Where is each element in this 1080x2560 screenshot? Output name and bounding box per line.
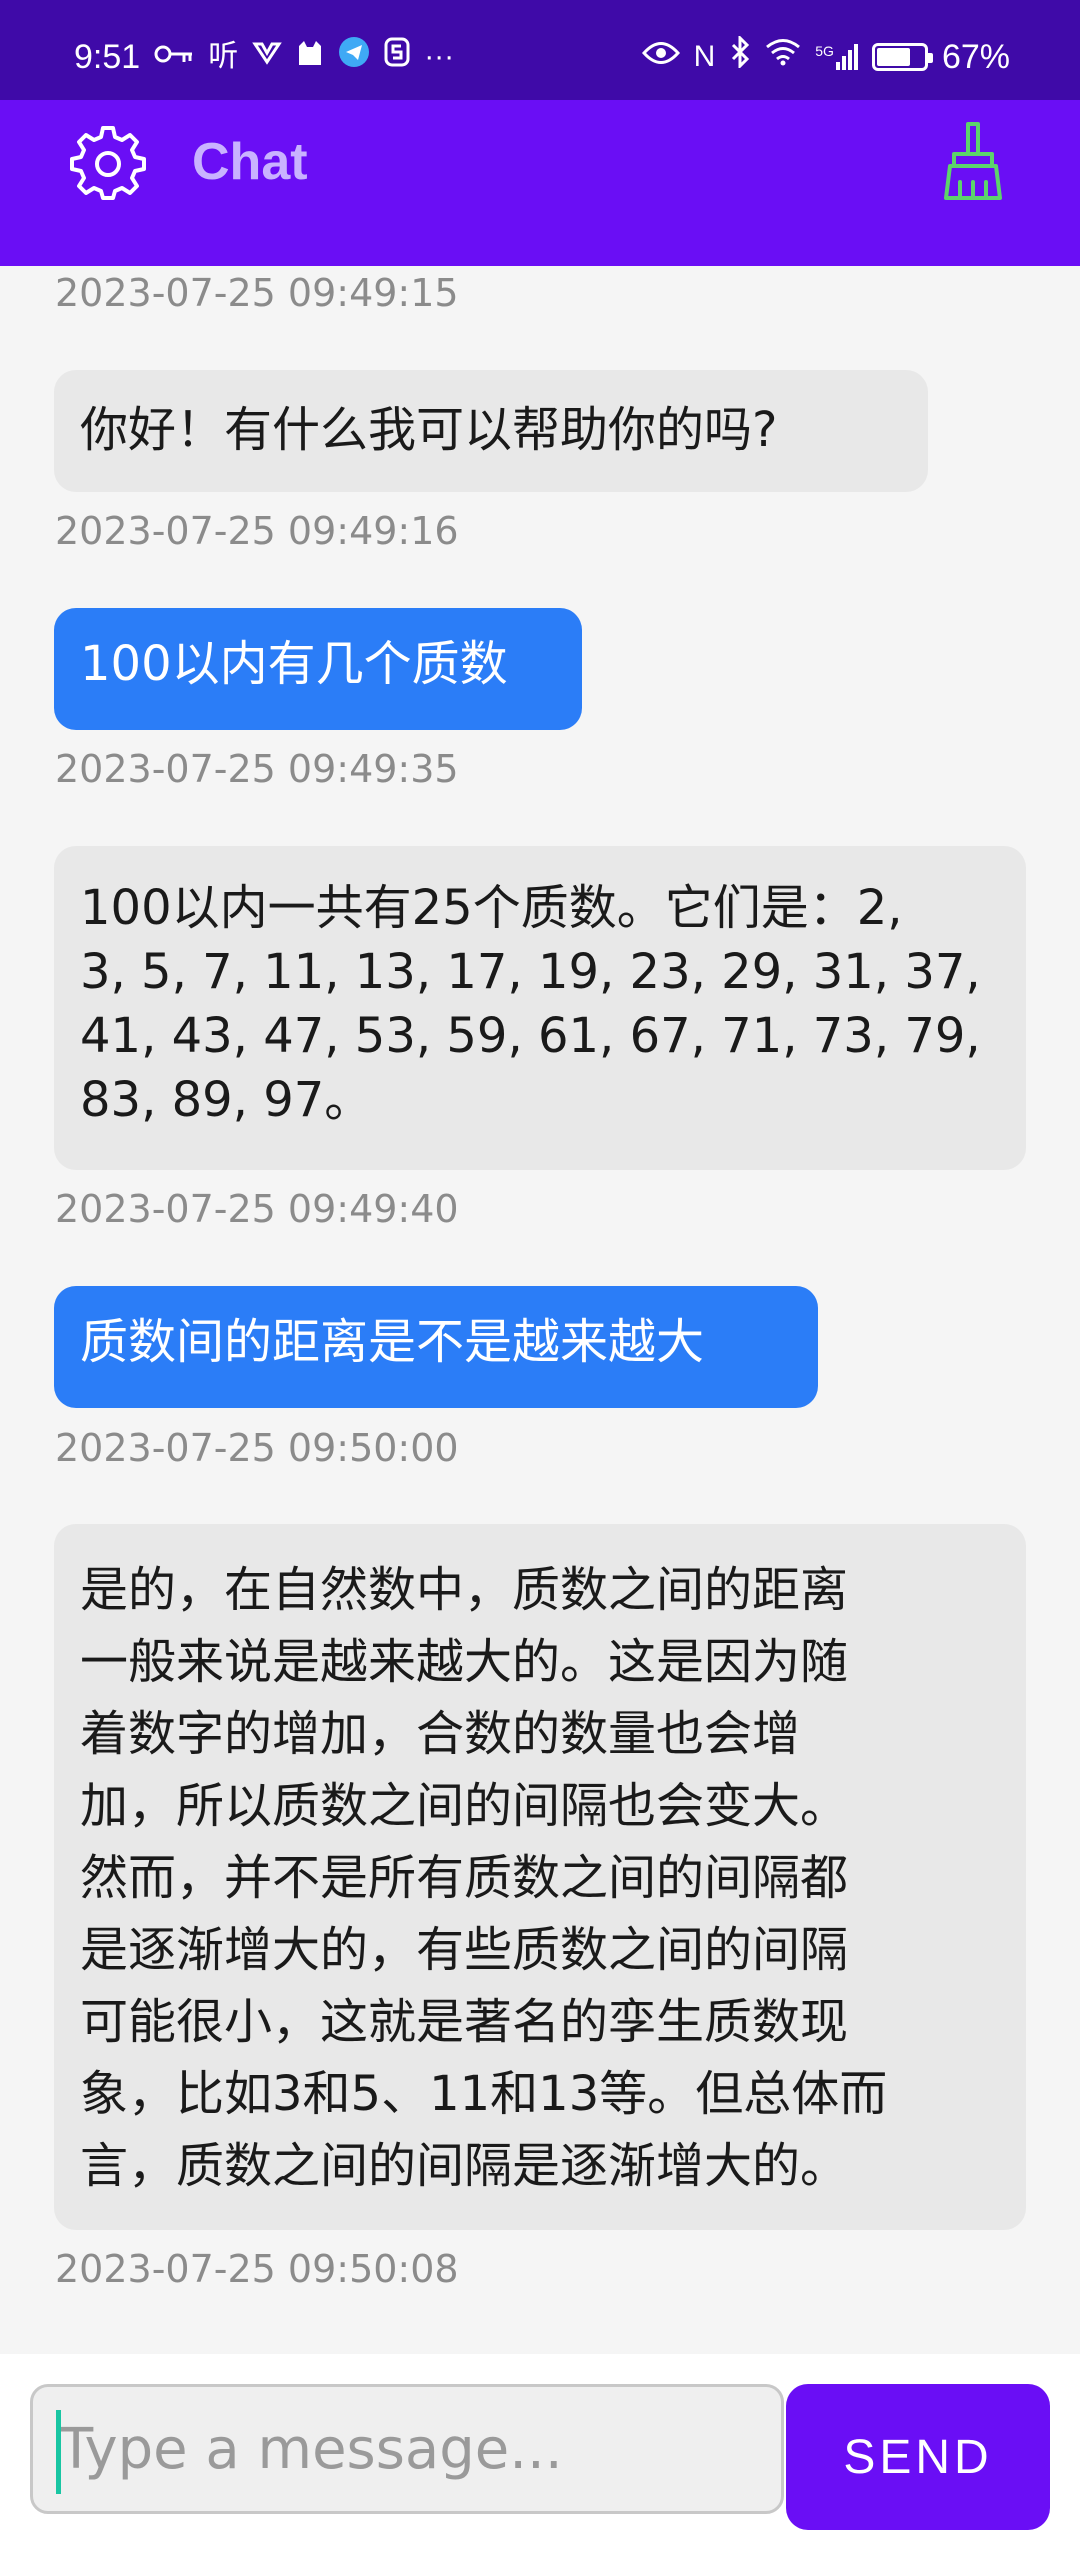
battery-percent: 67% [941, 37, 1010, 76]
send-button[interactable]: SEND [786, 2384, 1050, 2530]
s-app-icon [384, 37, 410, 76]
message-timestamp: 2023-07-25 09:49:15 [55, 271, 459, 315]
telegram-icon [338, 36, 370, 77]
message-timestamp: 2023-07-25 09:49:35 [55, 747, 459, 791]
signal-5g-icon: 5G [815, 42, 858, 70]
status-right: N 5G 67% [641, 34, 1010, 77]
ting-app-icon: 听 [208, 39, 239, 73]
app-bar [0, 100, 1080, 266]
app-icon [252, 39, 282, 75]
gear-icon [70, 126, 146, 200]
nfc-icon: N [693, 39, 716, 73]
key-icon [154, 39, 194, 75]
message-input[interactable] [30, 2384, 784, 2514]
message-list[interactable]: 2023-07-25 09:49:15 你好！有什么我可以帮助你的吗? 2023… [0, 266, 1080, 2354]
broom-icon [944, 122, 1002, 200]
battery-fill [876, 47, 911, 66]
text-caret [56, 2410, 61, 2494]
user-message-bubble: 100以内有几个质数 [54, 608, 582, 730]
wifi-icon [765, 38, 801, 75]
clear-chat-button[interactable] [940, 120, 1006, 202]
status-bar: 9:51 听 ··· N 5G 67% [0, 0, 1080, 100]
cat-icon [296, 39, 324, 75]
bot-message-bubble: 你好！有什么我可以帮助你的吗? [54, 370, 928, 492]
app-title: Chat [192, 133, 308, 191]
battery-icon [871, 42, 933, 71]
bot-message-bubble: 是的，在自然数中，质数之间的距离 一般来说是越来越大的。这是因为随 着数字的增加… [54, 1524, 1026, 2230]
bluetooth-icon [729, 34, 751, 77]
net-type-label: 5G [815, 42, 834, 59]
message-timestamp: 2023-07-25 09:49:40 [55, 1187, 459, 1231]
status-time: 9:51 [74, 37, 141, 76]
more-icon: ··· [424, 39, 455, 73]
message-timestamp: 2023-07-25 09:49:16 [55, 509, 459, 553]
battery-tip [927, 52, 933, 63]
bot-message-bubble: 100以内一共有25个质数。它们是：2, 3, 5, 7, 11, 13, 17… [54, 846, 1026, 1170]
settings-button[interactable] [70, 126, 146, 202]
user-message-bubble: 质数间的距离是不是越来越大 [54, 1286, 818, 1408]
message-timestamp: 2023-07-25 09:50:00 [55, 1426, 459, 1470]
eye-icon [641, 39, 680, 75]
message-timestamp: 2023-07-25 09:50:08 [55, 2247, 459, 2291]
status-left: 9:51 听 ··· [74, 36, 454, 77]
